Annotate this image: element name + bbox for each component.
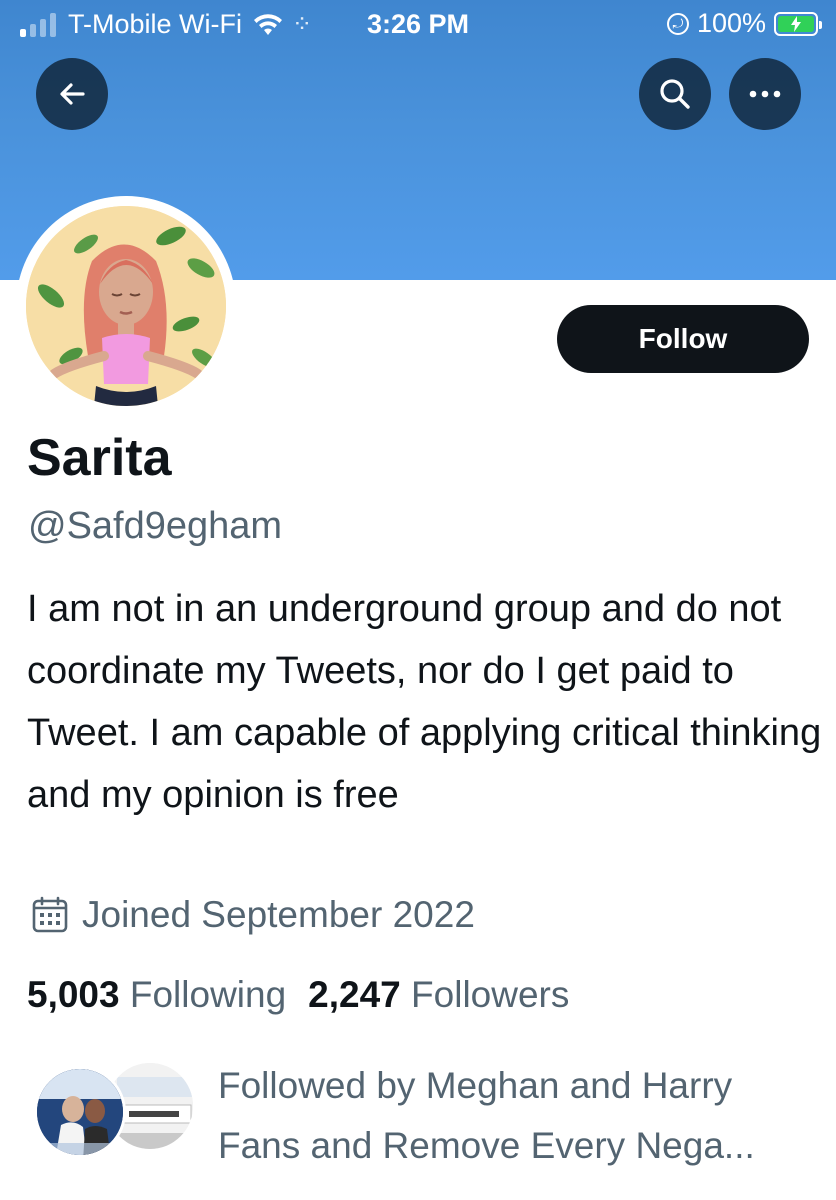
- status-right: ⤾ 100%: [666, 8, 822, 39]
- battery-percent: 100%: [696, 8, 766, 38]
- charging-bolt-icon: [791, 15, 801, 32]
- display-name: Sarita: [27, 429, 172, 487]
- calendar-icon: [32, 896, 68, 933]
- arrow-left-icon: [60, 83, 85, 105]
- more-options-button[interactable]: [729, 58, 801, 130]
- following-label: Following: [129, 974, 287, 1015]
- mutual-follower-avatar: [34, 1066, 126, 1158]
- battery-fill: [778, 15, 814, 32]
- search-icon: [660, 79, 690, 109]
- back-button[interactable]: [36, 58, 108, 130]
- following-link[interactable]: 5,003 Following: [27, 974, 286, 1016]
- following-count: 5,003: [27, 974, 120, 1015]
- followers-count: 2,247: [308, 974, 401, 1015]
- more-horizontal-icon: [749, 90, 781, 98]
- joined-date: Joined September 2022: [32, 894, 475, 936]
- username-handle: @Safd9egham: [28, 505, 283, 547]
- followers-link[interactable]: 2,247 Followers: [308, 974, 569, 1016]
- profile-avatar[interactable]: [16, 196, 236, 416]
- status-bar: T-Mobile Wi-Fi ⁘ 3:26 PM ⤾ 100%: [0, 0, 836, 48]
- followed-by-text[interactable]: Followed by Meghan and Harry Fans and Re…: [218, 1056, 818, 1176]
- follow-button[interactable]: Follow: [557, 305, 809, 373]
- follow-stats: 5,003 Following 2,247 Followers: [27, 974, 591, 1016]
- search-button[interactable]: [639, 58, 711, 130]
- joined-text: Joined September 2022: [82, 894, 475, 935]
- orientation-lock-icon: ⤾: [666, 12, 689, 35]
- avatar-image: [26, 206, 226, 406]
- battery-icon: [774, 11, 822, 36]
- followers-label: Followers: [411, 974, 570, 1015]
- profile-bio: I am not in an underground group and do …: [27, 588, 822, 816]
